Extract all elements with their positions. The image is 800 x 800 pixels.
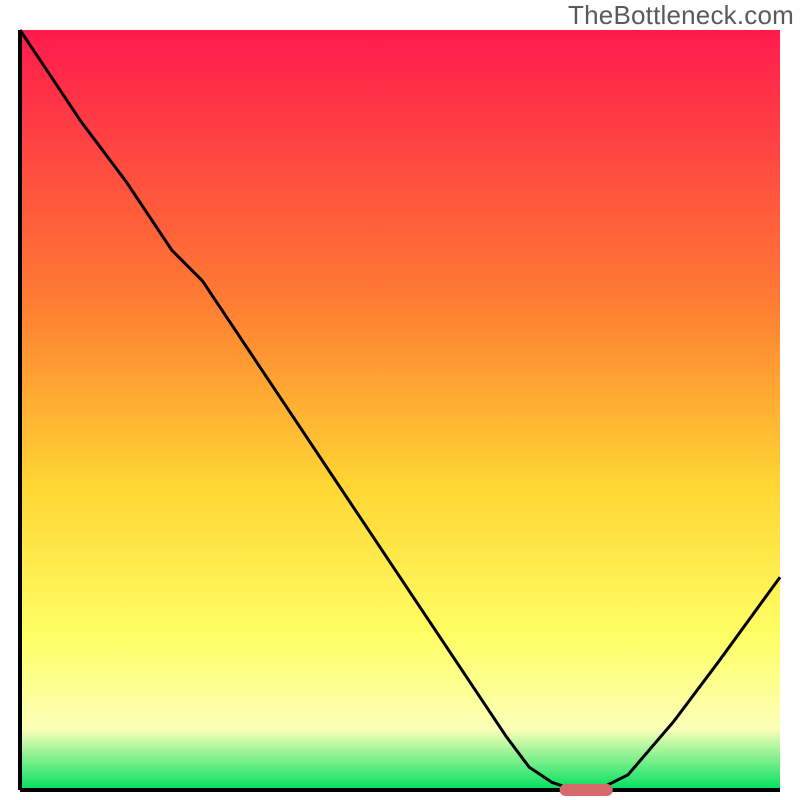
bottleneck-chart: TheBottleneck.com <box>0 0 800 800</box>
watermark-text: TheBottleneck.com <box>568 0 794 31</box>
chart-svg <box>0 0 800 800</box>
optimal-marker <box>560 784 613 796</box>
plot-background <box>20 30 780 790</box>
